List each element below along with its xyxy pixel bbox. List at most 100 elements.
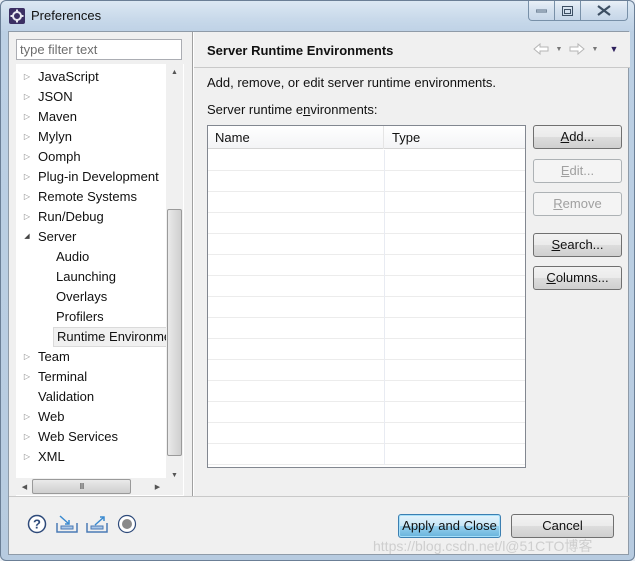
- tree-item[interactable]: Launching: [17, 267, 167, 287]
- button-label: dit...: [569, 163, 595, 178]
- tree-item[interactable]: Validation: [17, 387, 167, 407]
- collapsed-triangle-icon[interactable]: ▷: [22, 207, 32, 227]
- view-menu-button[interactable]: ▼: [608, 41, 620, 57]
- forward-button[interactable]: [568, 41, 586, 57]
- tree-item[interactable]: ▷ JavaScript: [17, 67, 167, 87]
- tree-item[interactable]: ▷ Web Services: [17, 427, 167, 447]
- table-row[interactable]: [208, 402, 525, 423]
- table-row[interactable]: [208, 213, 525, 234]
- page-header: Server Runtime Environments ▼ ▼ ▼: [194, 32, 630, 68]
- horizontal-scroll-thumb[interactable]: III: [32, 479, 131, 494]
- tree-vertical-scrollbar[interactable]: ▲ ▼: [166, 64, 183, 484]
- column-header-name[interactable]: Name: [208, 126, 384, 149]
- table-row[interactable]: [208, 423, 525, 444]
- collapsed-triangle-icon[interactable]: ▷: [22, 447, 32, 467]
- tree-item-label: Profilers: [56, 309, 104, 324]
- cancel-button[interactable]: Cancel: [511, 514, 614, 538]
- table-row[interactable]: [208, 318, 525, 339]
- apply-and-close-button[interactable]: Apply and Close: [398, 514, 501, 538]
- tree-item[interactable]: Profilers: [17, 307, 167, 327]
- table-row[interactable]: [208, 150, 525, 171]
- table-row[interactable]: [208, 381, 525, 402]
- table-row[interactable]: [208, 444, 525, 465]
- preferences-window: Preferences ▷ JavaScript ▷ JSON ▷ Maven ▷ Mylyn…: [0, 0, 635, 561]
- collapsed-triangle-icon[interactable]: ▷: [22, 67, 32, 87]
- edit-button[interactable]: Edit...: [533, 159, 622, 183]
- collapsed-triangle-icon[interactable]: ▷: [22, 107, 32, 127]
- collapsed-triangle-icon[interactable]: ▷: [22, 127, 32, 147]
- column-divider: [384, 444, 385, 465]
- close-button[interactable]: [581, 1, 628, 21]
- tree-item[interactable]: ▷ Web: [17, 407, 167, 427]
- tree-item[interactable]: ▷ Remote Systems: [17, 187, 167, 207]
- mnemonic: C: [546, 270, 556, 285]
- collapsed-triangle-icon[interactable]: ▷: [22, 187, 32, 207]
- table-row[interactable]: [208, 297, 525, 318]
- tree-item[interactable]: ▷ Terminal: [17, 367, 167, 387]
- tree-item[interactable]: Audio: [17, 247, 167, 267]
- mnemonic: R: [553, 196, 563, 211]
- table-row[interactable]: [208, 276, 525, 297]
- collapsed-triangle-icon[interactable]: ▷: [22, 87, 32, 107]
- column-divider: [384, 402, 385, 423]
- collapsed-triangle-icon[interactable]: ▷: [22, 347, 32, 367]
- restore-icon: [562, 5, 573, 16]
- add-button[interactable]: Add...: [533, 125, 622, 149]
- back-button[interactable]: [532, 41, 550, 57]
- tree-item[interactable]: ▷ JSON: [17, 87, 167, 107]
- collapsed-triangle-icon[interactable]: ▷: [22, 147, 32, 167]
- remove-button[interactable]: Remove: [533, 192, 622, 216]
- table-row[interactable]: [208, 255, 525, 276]
- search-button[interactable]: Search...: [533, 233, 622, 257]
- tree-item[interactable]: Overlays: [17, 287, 167, 307]
- help-button[interactable]: ?: [26, 513, 48, 535]
- eclipse-gear-icon: [9, 8, 25, 24]
- tree-item[interactable]: ◢ Server: [17, 227, 167, 247]
- export-button[interactable]: [86, 513, 108, 535]
- tree-item[interactable]: ▷ Mylyn: [17, 127, 167, 147]
- runtime-list-label: Server runtime environments:: [207, 102, 378, 117]
- expanded-triangle-icon[interactable]: ◢: [22, 227, 32, 247]
- scroll-up-arrow-icon[interactable]: ▲: [166, 64, 183, 81]
- table-row[interactable]: [208, 192, 525, 213]
- minimize-button[interactable]: [528, 1, 555, 21]
- tree-item[interactable]: ▷ Run/Debug: [17, 207, 167, 227]
- vertical-scroll-thumb[interactable]: [167, 209, 182, 456]
- tree-item[interactable]: ▷ Team: [17, 347, 167, 367]
- tree-item[interactable]: ▷ Oomph: [17, 147, 167, 167]
- mnemonic: A: [560, 129, 570, 144]
- table-row[interactable]: [208, 171, 525, 192]
- table-row[interactable]: [208, 360, 525, 381]
- collapsed-triangle-icon[interactable]: ▷: [22, 167, 32, 187]
- import-button[interactable]: [56, 513, 78, 535]
- column-divider: [384, 234, 385, 255]
- record-button[interactable]: [116, 513, 138, 535]
- table-row[interactable]: [208, 234, 525, 255]
- scroll-corner: [166, 478, 183, 495]
- columns-button[interactable]: Columns...: [533, 266, 622, 290]
- tree-item[interactable]: ▷ Maven: [17, 107, 167, 127]
- tree-item[interactable]: ▷ XML: [17, 447, 167, 467]
- tree-item-label: Terminal: [38, 369, 88, 384]
- tree-horizontal-scrollbar[interactable]: ◀ III ▶: [16, 478, 166, 495]
- window-controls: [528, 1, 628, 21]
- scroll-right-arrow-icon[interactable]: ▶: [149, 478, 166, 495]
- collapsed-triangle-icon[interactable]: ▷: [22, 407, 32, 427]
- collapsed-triangle-icon[interactable]: ▷: [22, 367, 32, 387]
- column-header-type[interactable]: Type: [385, 126, 525, 149]
- collapsed-triangle-icon[interactable]: ▷: [22, 427, 32, 447]
- column-divider: [384, 150, 385, 171]
- back-history-dropdown[interactable]: ▼: [554, 41, 564, 57]
- runtime-environments-table[interactable]: Name Type: [207, 125, 526, 468]
- scroll-left-arrow-icon[interactable]: ◀: [16, 478, 33, 495]
- maximize-button[interactable]: [555, 1, 581, 21]
- preference-page: Server Runtime Environments ▼ ▼ ▼ Add, r…: [194, 32, 630, 496]
- filter-input[interactable]: [16, 39, 182, 60]
- tree-item[interactable]: ▷ Plug-in Development: [17, 167, 167, 187]
- tree-item[interactable]: Runtime Environme≡: [17, 327, 182, 347]
- preference-tree[interactable]: ▷ JavaScript ▷ JSON ▷ Maven ▷ Mylyn ▷ Oomph ▷ Plug-…: [16, 64, 184, 496]
- table-row[interactable]: [208, 339, 525, 360]
- forward-history-dropdown[interactable]: ▼: [590, 41, 600, 57]
- title-bar[interactable]: Preferences: [1, 1, 634, 31]
- view-menu-icon: ▼: [609, 44, 619, 54]
